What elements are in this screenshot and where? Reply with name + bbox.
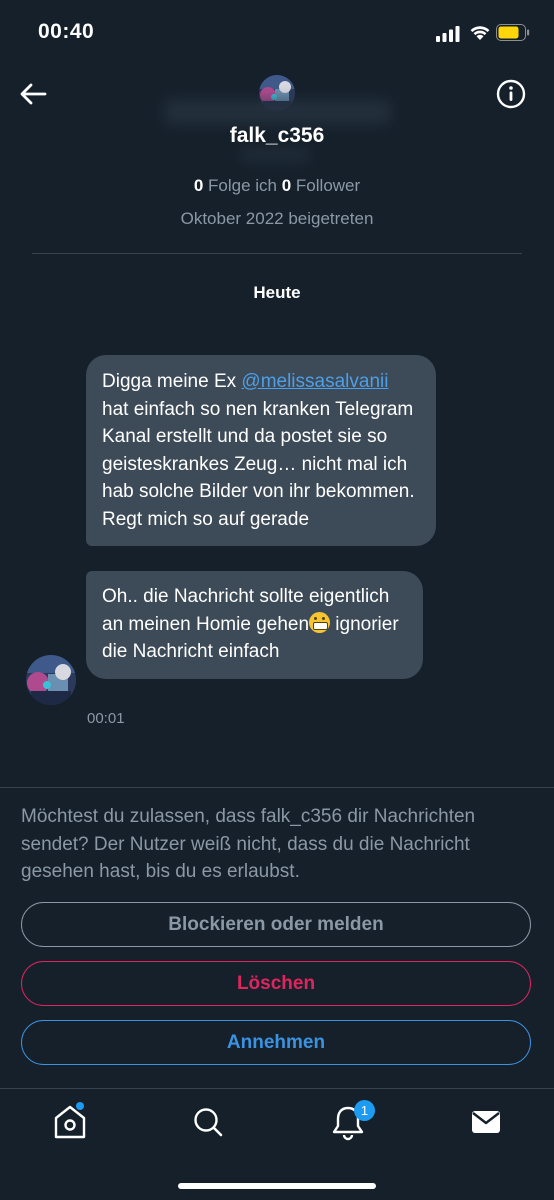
message-bubble[interactable]: Oh.. die Nachricht sollte eigentlich an … (86, 571, 423, 679)
mail-icon[interactable] (464, 1100, 508, 1144)
home-icon[interactable] (48, 1100, 92, 1144)
joined-date: Oktober 2022 beigetreten (180, 209, 374, 228)
following-label: Folge ich (203, 176, 282, 195)
followers-label: Follower (291, 176, 361, 195)
cellular-signal-icon (436, 26, 460, 42)
block-or-report-button[interactable]: Blockieren oder melden (21, 902, 531, 947)
accept-button[interactable]: Annehmen (21, 1020, 531, 1065)
tabbar-divider (0, 1088, 554, 1089)
delete-button[interactable]: Löschen (21, 961, 531, 1006)
profile-name[interactable]: falk_c356 (0, 124, 554, 148)
info-icon[interactable] (496, 79, 526, 109)
search-icon[interactable] (186, 1100, 230, 1144)
sender-avatar[interactable] (26, 655, 76, 705)
blurred-handle (240, 148, 310, 162)
message-text: Digga meine Ex (102, 371, 242, 392)
message-text: hat einfach so nen kranken Telegram Kana… (102, 398, 415, 530)
follow-stats: 0 Folge ich 0 Follower (0, 176, 554, 196)
following-count: 0 (193, 176, 204, 195)
battery-icon (496, 24, 530, 41)
back-arrow-icon[interactable] (18, 80, 48, 108)
day-separator: Heute (253, 283, 301, 302)
home-indicator (178, 1183, 376, 1189)
wifi-icon (470, 26, 490, 40)
blurred-display-name (165, 100, 390, 124)
divider (32, 253, 522, 254)
status-time: 00:40 (38, 20, 95, 43)
followers-count: 0 (281, 176, 292, 195)
notifications-badge: 1 (354, 1100, 375, 1121)
message-request-text: Möchtest du zulassen, dass falk_c356 dir… (21, 806, 476, 882)
home-notification-dot (76, 1102, 84, 1110)
grimacing-emoji-icon (309, 611, 331, 633)
message-timestamp: 00:01 (87, 710, 125, 727)
mention-link[interactable]: @melissasalvanii (241, 371, 388, 392)
message-bubble[interactable]: Digga meine Ex @melissasalvanii hat einf… (86, 355, 436, 546)
divider (0, 787, 554, 788)
